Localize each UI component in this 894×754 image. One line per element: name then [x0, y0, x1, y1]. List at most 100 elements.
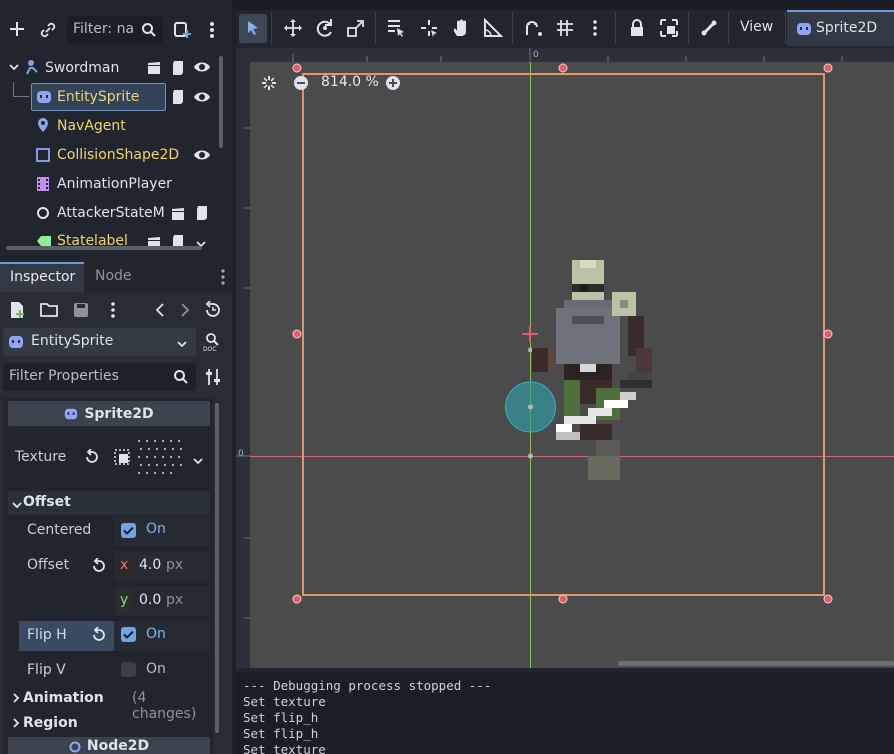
- clapper-icon[interactable]: [146, 60, 162, 80]
- class-header-node2d: Node2D: [8, 737, 210, 754]
- revert-icon[interactable]: [91, 557, 107, 578]
- group-icon[interactable]: [659, 18, 681, 40]
- tree-item-label: EntitySprite: [57, 89, 140, 105]
- offset-y-value: 0.0: [139, 592, 162, 608]
- eye-icon[interactable]: [193, 90, 211, 108]
- flip-h-checkbox[interactable]: [121, 627, 136, 642]
- object-selector[interactable]: EntitySprite: [3, 328, 196, 356]
- chevron-right-icon: [11, 717, 21, 733]
- dock-menu-icon[interactable]: [219, 268, 227, 290]
- zoom-level[interactable]: 814.0 %: [321, 74, 379, 90]
- search-icon: [173, 369, 189, 389]
- section-region-label: Region: [23, 715, 78, 731]
- zoom-in-icon[interactable]: [385, 75, 401, 95]
- new-resource-icon[interactable]: [9, 301, 25, 323]
- texture-preview[interactable]: [136, 436, 184, 480]
- tree-item-label: AttackerStateM: [57, 205, 165, 221]
- script-icon[interactable]: [170, 59, 186, 81]
- lock-icon[interactable]: [627, 18, 649, 40]
- sprite-icon: [64, 407, 78, 421]
- move-tool-icon[interactable]: [283, 18, 305, 40]
- pivot-tool-icon[interactable]: [419, 18, 441, 40]
- list-select-icon[interactable]: [386, 18, 408, 40]
- pan-tool-icon[interactable]: [451, 18, 473, 40]
- revert-icon[interactable]: [91, 626, 107, 647]
- unit-label: px: [166, 557, 184, 573]
- history-icon[interactable]: [204, 300, 222, 323]
- filter-properties-input[interactable]: Filter Properties: [3, 363, 196, 391]
- center-view-icon[interactable]: [261, 75, 277, 95]
- ruler-tool-icon[interactable]: [483, 17, 505, 40]
- texture-region-icon[interactable]: [114, 449, 130, 469]
- tab-node[interactable]: Node: [95, 268, 132, 284]
- scene-hscrollbar[interactable]: [6, 246, 202, 250]
- flip-v-value: On: [146, 661, 166, 677]
- tree-item-label: Swordman: [45, 60, 120, 76]
- eye-icon[interactable]: [193, 148, 211, 166]
- zoom-out-icon[interactable]: [293, 75, 309, 95]
- eye-icon[interactable]: [193, 60, 211, 78]
- save-icon[interactable]: [73, 302, 89, 322]
- offset-x-value: 4.0: [139, 557, 162, 573]
- centered-checkbox[interactable]: [121, 523, 136, 538]
- sprite-icon: [8, 334, 24, 354]
- flip-h-label: Flip H: [27, 627, 67, 643]
- select-tool-icon[interactable]: [243, 18, 265, 40]
- snap-options-icon[interactable]: [591, 18, 613, 40]
- log-line: Set texture: [243, 694, 326, 709]
- section-region[interactable]: Region: [8, 712, 212, 736]
- inspector-scrollbar[interactable]: [215, 403, 219, 733]
- offset-x-field[interactable]: x 4.0 px: [114, 551, 210, 581]
- sprite2d-menu[interactable]: Sprite2D: [787, 10, 894, 46]
- link-icon[interactable]: [39, 21, 57, 43]
- tree-item-animationplayer[interactable]: AnimationPlayer: [4, 170, 220, 198]
- tree-item-attackerstatem[interactable]: AttackerStateM: [4, 199, 220, 227]
- smart-snap-icon[interactable]: [524, 18, 546, 40]
- scene-scrollbar[interactable]: [219, 56, 223, 148]
- tree-item-swordman[interactable]: Swordman: [4, 54, 220, 82]
- viewport-hscrollbar[interactable]: [618, 661, 894, 666]
- tree-item-collisionshape2d[interactable]: CollisionShape2D: [4, 141, 220, 169]
- animation-player-icon: [36, 176, 50, 196]
- node2d-icon: [69, 741, 81, 753]
- add-node-icon[interactable]: [8, 20, 26, 42]
- history-back-icon[interactable]: [155, 302, 165, 322]
- scene-menu-icon[interactable]: [207, 20, 217, 44]
- script-add-icon[interactable]: [172, 20, 192, 44]
- offset-label: Offset: [27, 557, 70, 573]
- history-forward-icon[interactable]: [180, 302, 190, 322]
- folder-open-icon[interactable]: [40, 303, 58, 321]
- revert-icon[interactable]: [84, 448, 100, 469]
- resource-menu-icon[interactable]: [109, 301, 117, 323]
- tree-item-navagent[interactable]: NavAgent: [4, 112, 220, 140]
- collision-shape-icon: [36, 148, 50, 166]
- script-icon[interactable]: [170, 88, 186, 110]
- section-animation[interactable]: Animation (4 changes): [8, 687, 212, 722]
- doc-icon[interactable]: DOC: [203, 332, 221, 354]
- scale-tool-icon[interactable]: [346, 18, 368, 40]
- grid-snap-icon[interactable]: [555, 18, 577, 40]
- clapper-icon[interactable]: [170, 206, 186, 226]
- tools-icon[interactable]: [205, 368, 221, 390]
- tree-item-statelabel[interactable]: Statelabel: [4, 228, 220, 248]
- chevron-down-icon: [176, 337, 188, 353]
- chevron-down-icon[interactable]: [8, 61, 20, 77]
- axis-y-label: y: [120, 592, 129, 608]
- chevron-down-icon[interactable]: [192, 454, 204, 470]
- nav-agent-icon: [36, 117, 50, 137]
- tab-inspector[interactable]: Inspector: [0, 262, 84, 292]
- script-icon[interactable]: [194, 204, 210, 226]
- character-sprite: [532, 260, 652, 480]
- view-menu[interactable]: View: [740, 19, 773, 35]
- section-offset[interactable]: Offset: [8, 491, 210, 515]
- tree-item-entitysprite[interactable]: EntitySprite: [4, 83, 220, 111]
- tree-item-label: AnimationPlayer: [57, 176, 172, 192]
- rotate-tool-icon[interactable]: [315, 18, 337, 40]
- bone-icon[interactable]: [699, 18, 721, 40]
- output-log[interactable]: --- Debugging process stopped --- Set te…: [236, 672, 894, 754]
- section-offset-label: Offset: [23, 494, 71, 510]
- offset-y-field[interactable]: y 0.0 px: [114, 586, 210, 616]
- flip-v-checkbox[interactable]: [121, 662, 136, 677]
- svg-text:DOC: DOC: [203, 346, 217, 352]
- log-line: Set flip_h: [243, 726, 319, 741]
